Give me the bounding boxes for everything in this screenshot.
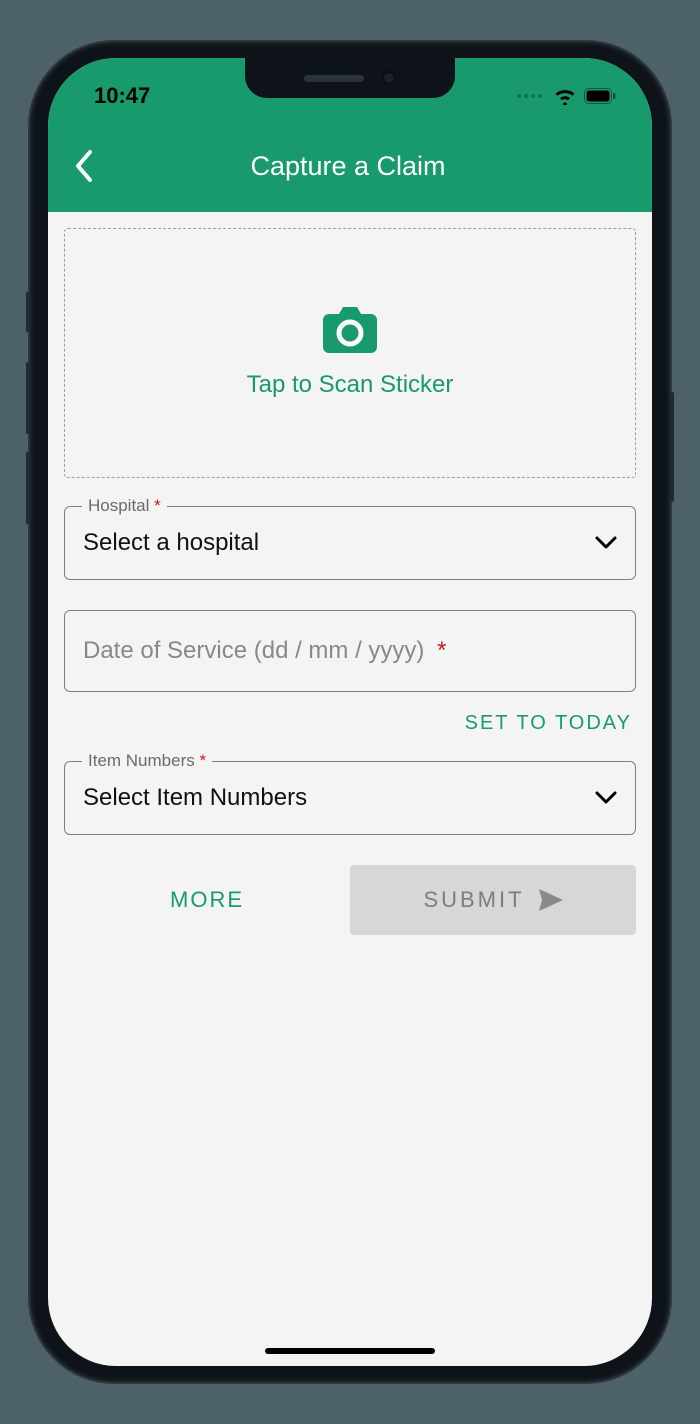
chevron-down-icon [595,536,617,550]
set-to-today-button[interactable]: SET TO TODAY [64,712,632,735]
hospital-label: Hospital * [82,496,167,516]
header: Capture a Claim [48,120,652,212]
battery-icon [584,88,616,104]
side-button [26,362,30,434]
content: Tap to Scan Sticker Hospital * Select a … [48,212,652,935]
more-button[interactable]: MORE [64,887,350,913]
app-switcher-dots [517,94,542,98]
button-row: MORE SUBMIT [64,865,636,935]
date-input[interactable]: Date of Service (dd / mm / yyyy) * [64,610,636,692]
hospital-select[interactable]: Select a hospital [64,506,636,580]
item-numbers-select[interactable]: Select Item Numbers [64,761,636,835]
hospital-placeholder: Select a hospital [83,529,259,557]
page-title: Capture a Claim [62,151,634,182]
status-time: 10:47 [94,83,150,109]
send-icon [539,889,563,911]
side-button [26,452,30,524]
submit-label: SUBMIT [423,887,524,913]
phone-frame: 10:47 Capture a Claim Tap to Scan Sticke… [30,42,670,1382]
chevron-down-icon [595,791,617,805]
date-field: Date of Service (dd / mm / yyyy) * [64,610,636,692]
home-indicator[interactable] [265,1348,435,1354]
screen: 10:47 Capture a Claim Tap to Scan Sticke… [48,58,652,1366]
scan-sticker-button[interactable]: Tap to Scan Sticker [64,228,636,478]
hospital-field: Hospital * Select a hospital [64,506,636,580]
side-button [670,392,674,502]
scan-label: Tap to Scan Sticker [247,371,454,399]
camera-icon [323,307,377,353]
item-numbers-label: Item Numbers * [82,751,212,771]
wifi-icon [554,87,576,105]
submit-button[interactable]: SUBMIT [350,865,636,935]
status-icons [517,87,616,105]
item-numbers-field: Item Numbers * Select Item Numbers [64,761,636,835]
date-placeholder: Date of Service (dd / mm / yyyy) [83,637,424,664]
item-numbers-placeholder: Select Item Numbers [83,784,307,812]
notch [245,58,455,98]
side-button [26,292,30,332]
